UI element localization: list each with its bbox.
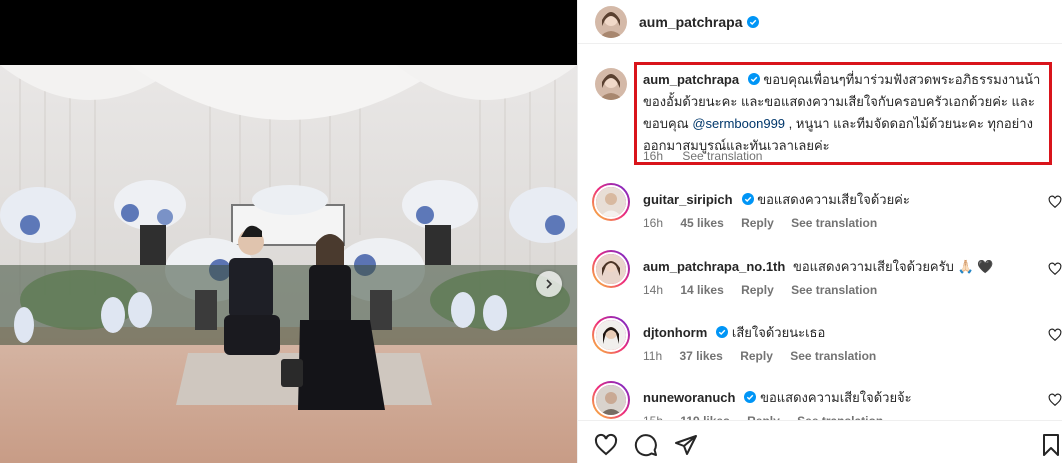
- comment-line: guitar_siripich ขอแสดงความเสียใจด้วยค่ะ: [643, 189, 1023, 210]
- heart-icon[interactable]: [1048, 328, 1062, 342]
- caption-avatar[interactable]: [595, 68, 627, 100]
- comment-text: ขอแสดงความเสียใจด้วยครับ 🙏🏻 🖤: [792, 259, 994, 274]
- post-sidebar: aum_patchrapa aum_patchrapa ขอบคุณเพื่อน…: [577, 0, 1062, 463]
- comment-see-translation[interactable]: See translation: [791, 216, 877, 230]
- post-photo[interactable]: [0, 65, 577, 463]
- comment-reply-button[interactable]: Reply: [741, 283, 774, 297]
- heart-icon[interactable]: [1048, 393, 1062, 407]
- comment-see-translation[interactable]: See translation: [790, 349, 876, 363]
- heart-icon[interactable]: [594, 433, 618, 457]
- carousel-next-button[interactable]: [536, 271, 562, 297]
- comment-reply-button[interactable]: Reply: [740, 349, 773, 363]
- caption-time[interactable]: 16h: [643, 149, 663, 163]
- heart-icon[interactable]: [1048, 262, 1062, 276]
- comment-likes[interactable]: 14 likes: [680, 283, 723, 297]
- comment-time[interactable]: 16h: [643, 216, 663, 230]
- comment-time[interactable]: 14h: [643, 283, 663, 297]
- caption-see-translation[interactable]: See translation: [682, 149, 762, 163]
- memorial-photo: [0, 65, 577, 463]
- caption-username[interactable]: aum_patchrapa: [643, 72, 739, 87]
- caption-meta: 16h See translation: [643, 149, 778, 163]
- comment-avatar[interactable]: [592, 381, 630, 419]
- comment-username[interactable]: nuneworanuch: [643, 390, 735, 405]
- comment-item: djtonhorm เสียใจด้วยนะเธอ 11h 37 likes R…: [578, 316, 1062, 376]
- post-action-bar: [578, 420, 1062, 463]
- comment-username[interactable]: guitar_siripich: [643, 192, 733, 207]
- comment-icon[interactable]: [634, 433, 658, 457]
- verified-badge-icon: [744, 391, 757, 403]
- heart-icon[interactable]: [1048, 195, 1062, 209]
- chevron-right-icon: [546, 279, 553, 289]
- comment-line: djtonhorm เสียใจด้วยนะเธอ: [643, 322, 1023, 343]
- caption-text: aum_patchrapa ขอบคุณเพื่อนๆที่มาร่วมฟังส…: [643, 69, 1045, 157]
- author-username-text[interactable]: aum_patchrapa: [639, 14, 742, 30]
- comment-likes[interactable]: 45 likes: [680, 216, 723, 230]
- verified-badge-icon: [747, 15, 760, 28]
- comment-text: ขอแสดงความเสียใจด้วยค่ะ: [757, 192, 910, 207]
- comment-likes[interactable]: 37 likes: [679, 349, 722, 363]
- comment-line: aum_patchrapa_no.1th ขอแสดงความเสียใจด้ว…: [643, 256, 1023, 277]
- comment-username[interactable]: djtonhorm: [643, 325, 707, 340]
- author-avatar[interactable]: [595, 5, 627, 38]
- comment-avatar[interactable]: [592, 250, 630, 288]
- comment-line: nuneworanuch ขอแสดงความเสียใจด้วยจ้ะ: [643, 387, 1023, 408]
- comment-reply-button[interactable]: Reply: [741, 216, 774, 230]
- comment-text: ขอแสดงความเสียใจด้วยจ้ะ: [760, 390, 912, 405]
- paper-plane-icon[interactable]: [674, 433, 698, 457]
- verified-badge-icon: [741, 193, 754, 205]
- comment-item: aum_patchrapa_no.1th ขอแสดงความเสียใจด้ว…: [578, 250, 1062, 310]
- comment-meta: 14h 14 likes Reply See translation: [643, 283, 891, 297]
- caption-mention[interactable]: @sermboon999: [692, 116, 785, 131]
- comment-time[interactable]: 11h: [643, 349, 662, 363]
- bookmark-icon[interactable]: [1039, 433, 1062, 457]
- comment-text: เสียใจด้วยนะเธอ: [731, 325, 826, 340]
- comment-username[interactable]: aum_patchrapa_no.1th: [643, 259, 785, 274]
- comment-meta: 11h 37 likes Reply See translation: [643, 349, 890, 363]
- comment-avatar[interactable]: [592, 316, 630, 354]
- comment-avatar[interactable]: [592, 183, 630, 221]
- post-media: [0, 0, 577, 463]
- author-username[interactable]: aum_patchrapa: [639, 14, 760, 30]
- comment-see-translation[interactable]: See translation: [791, 283, 877, 297]
- verified-badge-icon: [747, 73, 760, 85]
- verified-badge-icon: [716, 326, 729, 338]
- comment-meta: 16h 45 likes Reply See translation: [643, 216, 891, 230]
- comment-item: guitar_siripich ขอแสดงความเสียใจด้วยค่ะ …: [578, 183, 1062, 243]
- post-header: aum_patchrapa: [578, 0, 1062, 44]
